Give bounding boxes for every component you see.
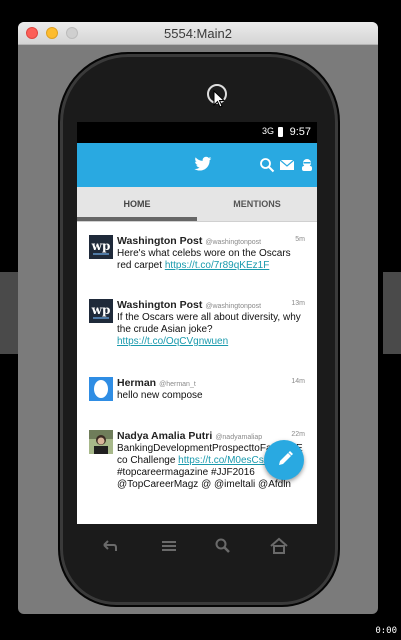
author-handle: @washingtonpost [205,303,262,310]
tweet-text: Here's what celebs wore on the Oscars re… [117,248,291,271]
back-icon[interactable] [99,537,119,555]
signal-indicator: 3G [261,126,274,136]
mouse-cursor-icon [213,90,225,108]
avatar[interactable] [89,430,113,454]
phone-nav-bar [75,535,305,559]
tweet-text: hello new compose [117,390,203,401]
battery-icon [278,127,283,137]
tab-home[interactable]: HOME [77,187,197,221]
window-shadow-left [0,272,18,354]
window-title: 5554:Main2 [164,26,232,41]
avatar[interactable]: wp [89,299,113,323]
tab-mentions[interactable]: MENTIONS [197,187,317,221]
list-item[interactable]: wp Washington Post @washingtonpost 5m Her… [77,235,317,279]
author-name[interactable]: Nadya Amalia Putri [117,430,212,442]
search-icon[interactable] [259,157,275,173]
avatar[interactable]: wp [89,235,113,259]
author-handle: @washingtonpost [205,239,262,246]
profile-icon[interactable] [299,157,315,173]
home-icon[interactable] [269,537,289,555]
svg-text:wp: wp [91,303,111,317]
twitter-bird-icon [194,156,212,171]
app-bar [77,143,317,187]
author-handle: @nadyamaliap [215,434,263,441]
tweet-time: 5m [295,236,305,243]
pencil-icon [279,451,293,465]
author-name[interactable]: Washington Post [117,299,202,311]
list-item[interactable]: wp Washington Post @washingtonpost 13m If… [77,299,317,355]
bottom-clock: 0:00 [375,626,397,636]
tweet-time: 13m [291,300,305,307]
messages-icon[interactable] [279,157,295,173]
tab-bar: HOME MENTIONS [77,187,317,222]
tweet-text: If the Oscars were all about diversity, … [117,312,301,347]
author-handle: @herman_t [159,381,196,388]
tweet-time: 22m [291,431,305,438]
author-name[interactable]: Washington Post [117,235,202,247]
tweet-link[interactable]: https://t.co/OqCVgnwuen [117,336,228,347]
compose-button[interactable] [264,440,304,480]
title-bar: 5554:Main2 [18,22,378,45]
avatar[interactable] [89,377,113,401]
tweet-time: 14m [291,378,305,385]
tweet-link[interactable]: https://t.co/7r89qKEz1F [165,260,270,271]
search-key-icon[interactable] [213,537,233,555]
status-time: 9:57 [289,126,311,138]
phone-screen: 3G 9:57 HOME MENTIONS wp Washington Post… [77,122,317,524]
svg-text:wp: wp [91,239,111,253]
menu-icon[interactable] [159,537,179,555]
window-shadow-right [383,272,401,354]
list-item[interactable]: Herman @herman_t 14m hello new compose [77,377,317,417]
status-bar: 3G 9:57 [77,122,317,143]
author-name[interactable]: Herman [117,377,156,389]
